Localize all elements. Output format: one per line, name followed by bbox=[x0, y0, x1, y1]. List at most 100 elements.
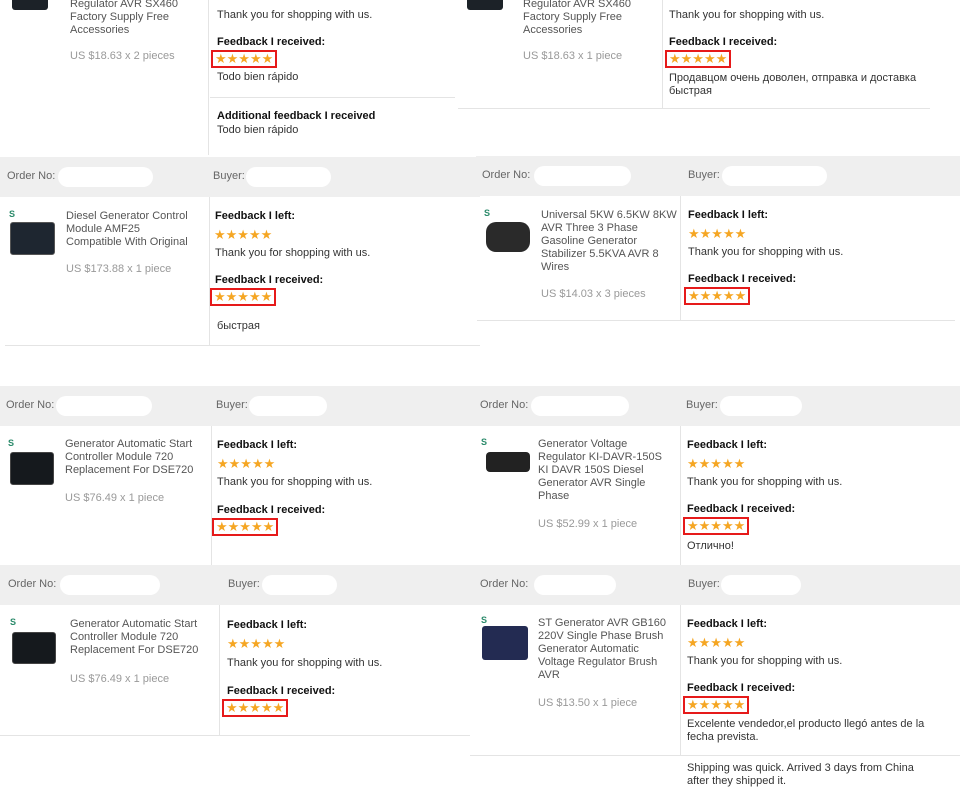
received-feedback-text: быстрая bbox=[217, 320, 260, 332]
order-number-value bbox=[534, 575, 616, 595]
divider bbox=[477, 320, 955, 321]
feedback-left-label: Feedback I left: bbox=[687, 618, 768, 630]
received-feedback-text: Отлично! bbox=[687, 540, 734, 552]
feedback-received-label: Feedback I received: bbox=[227, 685, 336, 697]
product-thumbnail[interactable] bbox=[482, 626, 528, 660]
product-thumbnail[interactable] bbox=[12, 0, 48, 10]
feedback-left-label: Feedback I left: bbox=[688, 209, 769, 221]
store-logo-icon: S bbox=[481, 437, 488, 447]
rating-stars-left: ★★★★★ bbox=[217, 456, 276, 471]
rating-stars-received: ★★★★★ bbox=[683, 517, 750, 535]
buyer-label: Buyer: bbox=[688, 578, 720, 590]
order-number-label: Order No: bbox=[480, 578, 529, 590]
divider bbox=[211, 426, 212, 566]
order-number-label: Order No: bbox=[7, 170, 56, 182]
order-header: Order No: Buyer: bbox=[0, 386, 480, 426]
divider bbox=[680, 196, 681, 320]
order-number-value bbox=[60, 575, 160, 595]
product-title[interactable]: Regulator AVR SX460 Factory Supply Free … bbox=[523, 0, 658, 37]
divider bbox=[662, 0, 663, 108]
order-number-value bbox=[56, 396, 152, 416]
divider bbox=[458, 108, 930, 109]
product-thumbnail[interactable] bbox=[10, 222, 55, 255]
order-header: Order No: Buyer: bbox=[476, 565, 960, 605]
store-logo-icon: S bbox=[484, 208, 491, 218]
received-feedback-text: Продавцом очень доволен, отправка и дост… bbox=[669, 72, 917, 97]
rating-stars-received: ★★★★★ bbox=[211, 50, 278, 68]
buyer-label: Buyer: bbox=[213, 170, 245, 182]
divider bbox=[209, 197, 210, 345]
buyer-name bbox=[262, 575, 337, 595]
divider bbox=[0, 735, 470, 736]
feedback-left-label: Feedback I left: bbox=[687, 439, 768, 451]
thanks-text: Thank you for shopping with us. bbox=[687, 655, 843, 667]
feedback-received-label: Feedback I received: bbox=[687, 503, 796, 515]
rating-stars-left: ★★★★★ bbox=[687, 456, 746, 471]
divider bbox=[680, 605, 681, 755]
feedback-received-label: Feedback I received: bbox=[215, 274, 324, 286]
product-thumbnail[interactable] bbox=[467, 0, 503, 10]
rating-stars-left: ★★★★★ bbox=[227, 636, 286, 651]
order-header: Order No: Buyer: bbox=[476, 156, 960, 196]
order-header: Order No: Buyer: bbox=[0, 565, 480, 605]
rating-stars-received: ★★★★★ bbox=[683, 696, 750, 714]
product-title[interactable]: Generator Voltage Regulator KI-DAVR-150S… bbox=[538, 438, 678, 503]
rating-stars-received: ★★★★★ bbox=[212, 518, 279, 536]
product-price: US $173.88 x 1 piece bbox=[66, 263, 172, 275]
product-title[interactable]: Generator Automatic Start Controller Mod… bbox=[70, 618, 215, 657]
feedback-received-label: Feedback I received: bbox=[687, 682, 796, 694]
additional-feedback-label: Additional feedback I received bbox=[217, 110, 376, 122]
product-price: US $18.63 x 1 piece bbox=[523, 50, 623, 62]
additional-feedback-text: Shipping was quick. Arrived 3 days from … bbox=[687, 762, 914, 787]
product-thumbnail[interactable] bbox=[486, 452, 530, 472]
buyer-name bbox=[722, 166, 827, 186]
store-logo-icon: S bbox=[8, 438, 15, 448]
store-logo-icon: S bbox=[9, 209, 16, 219]
product-price: US $76.49 x 1 piece bbox=[65, 492, 165, 504]
product-thumbnail[interactable] bbox=[10, 452, 54, 485]
product-title[interactable]: Universal 5KW 6.5KW 8KW AVR Three 3 Phas… bbox=[541, 209, 679, 274]
thanks-text: Thank you for shopping with us. bbox=[688, 246, 844, 258]
order-number-label: Order No: bbox=[8, 578, 57, 590]
rating-stars-left: ★★★★★ bbox=[688, 226, 747, 241]
buyer-label: Buyer: bbox=[686, 399, 718, 411]
feedback-received-label: Feedback I received: bbox=[669, 36, 778, 48]
rating-stars-left: ★★★★★ bbox=[687, 635, 746, 650]
buyer-name bbox=[720, 396, 802, 416]
product-title[interactable]: Generator Automatic Start Controller Mod… bbox=[65, 438, 210, 477]
store-logo-icon: S bbox=[10, 617, 17, 627]
buyer-name bbox=[246, 167, 331, 187]
order-number-label: Order No: bbox=[6, 399, 55, 411]
divider bbox=[470, 755, 960, 756]
feedback-received-label: Feedback I received: bbox=[217, 36, 326, 48]
product-thumbnail[interactable] bbox=[12, 632, 56, 664]
feedback-received-label: Feedback I received: bbox=[688, 273, 797, 285]
feedback-left-label: Feedback I left: bbox=[217, 439, 298, 451]
product-price: US $13.50 x 1 piece bbox=[538, 697, 638, 709]
product-title[interactable]: Diesel Generator Control Module AMF25 Co… bbox=[66, 210, 206, 249]
buyer-name bbox=[721, 575, 801, 595]
product-thumbnail[interactable] bbox=[486, 222, 530, 252]
rating-stars-received: ★★★★★ bbox=[684, 287, 751, 305]
buyer-name bbox=[249, 396, 327, 416]
order-number-label: Order No: bbox=[480, 399, 529, 411]
additional-feedback-text: Todo bien rápido bbox=[217, 124, 299, 136]
thanks-text: Thank you for shopping with us. bbox=[687, 476, 843, 488]
thanks-text: Thank you for shopping with us. bbox=[217, 476, 373, 488]
feedback-left-label: Feedback I left: bbox=[227, 619, 308, 631]
divider bbox=[219, 605, 220, 735]
thanks-text: Thank you for shopping with us. bbox=[669, 9, 825, 21]
product-title[interactable]: Regulator AVR SX460 Factory Supply Free … bbox=[70, 0, 205, 37]
buyer-label: Buyer: bbox=[228, 578, 260, 590]
product-price: US $52.99 x 1 piece bbox=[538, 518, 638, 530]
order-number-label: Order No: bbox=[482, 169, 531, 181]
product-price: US $14.03 x 3 pieces bbox=[541, 288, 646, 300]
product-title[interactable]: ST Generator AVR GB160 220V Single Phase… bbox=[538, 617, 678, 682]
order-header: Order No: Buyer: bbox=[0, 157, 480, 197]
divider bbox=[5, 345, 480, 346]
received-feedback-text: Todo bien rápido bbox=[217, 71, 299, 83]
divider bbox=[210, 97, 455, 98]
order-header: Order No: Buyer: bbox=[476, 386, 960, 426]
rating-stars-received: ★★★★★ bbox=[210, 288, 277, 306]
buyer-label: Buyer: bbox=[688, 169, 720, 181]
